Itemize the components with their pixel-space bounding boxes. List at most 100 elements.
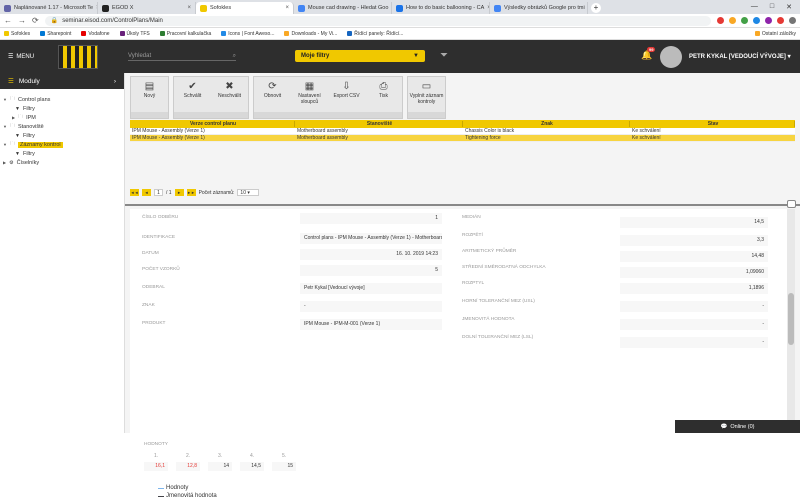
tree-item[interactable]: ▶⚙Číselníky <box>0 158 124 167</box>
extension-icon[interactable] <box>777 17 784 24</box>
menu-button[interactable]: ☰ MENU <box>0 53 40 60</box>
avatar[interactable] <box>660 46 682 68</box>
toolbar-button[interactable]: ▤Nový <box>131 77 168 112</box>
splitter[interactable] <box>125 204 800 206</box>
field-value: 1,09060 <box>620 267 768 278</box>
close-icon[interactable]: × <box>187 5 191 11</box>
tree-item[interactable]: ▼🗀Control plans <box>0 95 124 104</box>
hamburger-icon: ☰ <box>8 53 13 60</box>
field-value: - <box>620 301 768 312</box>
extension-icon[interactable] <box>741 17 748 24</box>
close-window-icon[interactable]: ✕ <box>786 3 792 11</box>
last-page-button[interactable]: ►► <box>187 189 196 196</box>
expand-icon[interactable]: ▶ <box>3 160 6 165</box>
tree-item[interactable]: ▼Filtry <box>0 104 124 113</box>
extension-icon[interactable] <box>729 17 736 24</box>
toolbar-button-label: Neschválit <box>218 93 241 99</box>
toolbar-button[interactable]: ✔Schválit <box>174 77 211 112</box>
bookmark-item[interactable]: Sharepoint <box>40 31 71 37</box>
bookmark-item[interactable]: Vodafone <box>81 31 109 37</box>
online-status[interactable]: 💬 Online (0) <box>675 420 800 433</box>
bookmark-item[interactable]: Řídící panely: Řídící... <box>347 31 403 37</box>
browser-tab[interactable]: Sofokles× <box>196 2 294 14</box>
bookmark-icon <box>284 31 289 36</box>
expand-icon[interactable]: ▼ <box>3 142 7 147</box>
detail-panel: HODNOTY Číslo odběru1IdentifikaceControl… <box>130 209 790 433</box>
field-label: Dolní toleranční mez (LSL) <box>462 335 533 340</box>
table-cell: Motherboard assembly <box>295 135 463 141</box>
table-cell: Motherboard assembly <box>295 128 463 134</box>
toolbar-button[interactable]: ⎙Tisk <box>365 77 402 112</box>
legend-item[interactable]: Hodnoty <box>158 485 188 491</box>
toolbar-button[interactable]: ⇩Export CSV <box>328 77 365 112</box>
bookmark-item[interactable]: Pracovní kalkulačka <box>160 31 211 37</box>
other-bookmarks[interactable]: Ostatní záložky <box>755 31 796 37</box>
bookmark-item[interactable]: Úkoly TFS <box>120 31 150 37</box>
bookmark-label: Úkoly TFS <box>127 31 150 37</box>
field-label: Rozpětí <box>462 233 483 238</box>
toolbar-button[interactable]: ⟳Obnovit <box>254 77 291 112</box>
tree-item[interactable]: ▼🗀Stanoviště <box>0 122 124 131</box>
expand-icon[interactable]: ▼ <box>3 124 7 129</box>
browser-tab[interactable]: EGOD X× <box>98 2 196 14</box>
funnel-icon[interactable]: ⏷ <box>440 50 448 61</box>
legend-item[interactable]: Jmenovitá hodnota <box>158 493 217 499</box>
tab-favicon-icon <box>298 5 305 12</box>
tree-item[interactable]: ▶🗀IPM <box>0 113 124 122</box>
tree-item[interactable]: ▼Filtry <box>0 131 124 140</box>
toolbar-icon: ⇩ <box>342 80 350 93</box>
tree-item[interactable]: ▼Filtry <box>0 149 124 158</box>
profile-icon[interactable] <box>789 17 796 24</box>
search-input[interactable]: Vyhledat ⌕ <box>128 53 236 61</box>
toolbar-button-label: Nový <box>144 93 155 99</box>
column-header[interactable]: Stav <box>630 121 795 127</box>
bookmark-icon <box>347 31 352 36</box>
toolbar-button[interactable]: ▦Nastavení sloupců <box>291 77 328 112</box>
tree-item[interactable]: ▼🗀Záznamy kontrol <box>0 140 124 149</box>
filter-select[interactable]: Moje filtry ▼ <box>295 50 425 62</box>
table-row[interactable]: IPM Mouse - Assembly (Verze 1)Motherboar… <box>130 128 795 135</box>
extension-icon[interactable] <box>765 17 772 24</box>
bell-icon[interactable]: 🔔99 <box>641 50 652 61</box>
extension-icon[interactable] <box>717 17 724 24</box>
first-page-button[interactable]: ◄◄ <box>130 189 139 196</box>
column-header[interactable]: Stanoviště <box>295 121 463 127</box>
extension-icon[interactable] <box>753 17 760 24</box>
reload-icon[interactable]: ⟳ <box>32 16 39 25</box>
table-cell: Chassis Color is black <box>463 128 630 134</box>
url-field[interactable]: 🔒 seminar.eisod.com/ControlPlans/Main <box>45 16 711 26</box>
toolbar-button[interactable]: ✖Neschválit <box>211 77 248 112</box>
column-header[interactable]: Znak <box>463 121 630 127</box>
toolbar-button-label: Nastavení sloupců <box>291 93 328 105</box>
toolbar-button[interactable]: ▭Vyplnit záznam kontroly <box>408 77 445 112</box>
back-icon[interactable]: ← <box>4 16 12 25</box>
minimize-icon[interactable]: — <box>751 3 758 11</box>
column-header[interactable]: Verze control planu <box>130 121 295 127</box>
bookmark-item[interactable]: Icons | Font Aweso... <box>221 31 274 37</box>
detail-scrollbar[interactable] <box>787 209 795 433</box>
page-size-select[interactable]: 10 ▾ <box>237 189 259 196</box>
search-icon[interactable]: ⌕ <box>233 53 236 60</box>
browser-tab[interactable]: How to do basic ballooning - CA× <box>392 2 490 14</box>
toolbar-button-label: Export CSV <box>333 93 359 99</box>
browser-tab[interactable]: Mouse cad drawing - Hledat Goo× <box>294 2 392 14</box>
user-menu[interactable]: PETR KYKAL [VEDOUCÍ VÝVOJE] ▾ <box>689 53 791 60</box>
expand-icon[interactable]: ▼ <box>3 97 7 102</box>
splitter-handle[interactable] <box>787 200 796 208</box>
bookmark-item[interactable]: Sofokles <box>4 31 30 37</box>
browser-tab[interactable]: Výsledky obrázků Google pro tmi× <box>490 2 588 14</box>
new-tab-button[interactable]: + <box>591 3 601 13</box>
scrollbar-thumb[interactable] <box>788 293 794 345</box>
table-row[interactable]: IPM Mouse - Assembly (Verze 1)Motherboar… <box>130 135 795 142</box>
maximize-icon[interactable]: □ <box>770 3 774 11</box>
forward-icon[interactable]: → <box>18 16 26 25</box>
next-page-button[interactable]: ► <box>175 189 184 196</box>
bookmark-item[interactable]: Downloads - My Vi... <box>284 31 337 37</box>
close-icon[interactable]: × <box>285 5 289 11</box>
page-input[interactable]: 1 <box>154 189 163 196</box>
browser-tab[interactable]: Naplánované 1.17 - Microsoft Te× <box>0 2 98 14</box>
sidebar-header[interactable]: ☰ Moduly › <box>0 73 124 89</box>
field-label: Identifikace <box>142 235 175 240</box>
prev-page-button[interactable]: ◄ <box>142 189 151 196</box>
value-cell: 15 <box>272 462 296 471</box>
